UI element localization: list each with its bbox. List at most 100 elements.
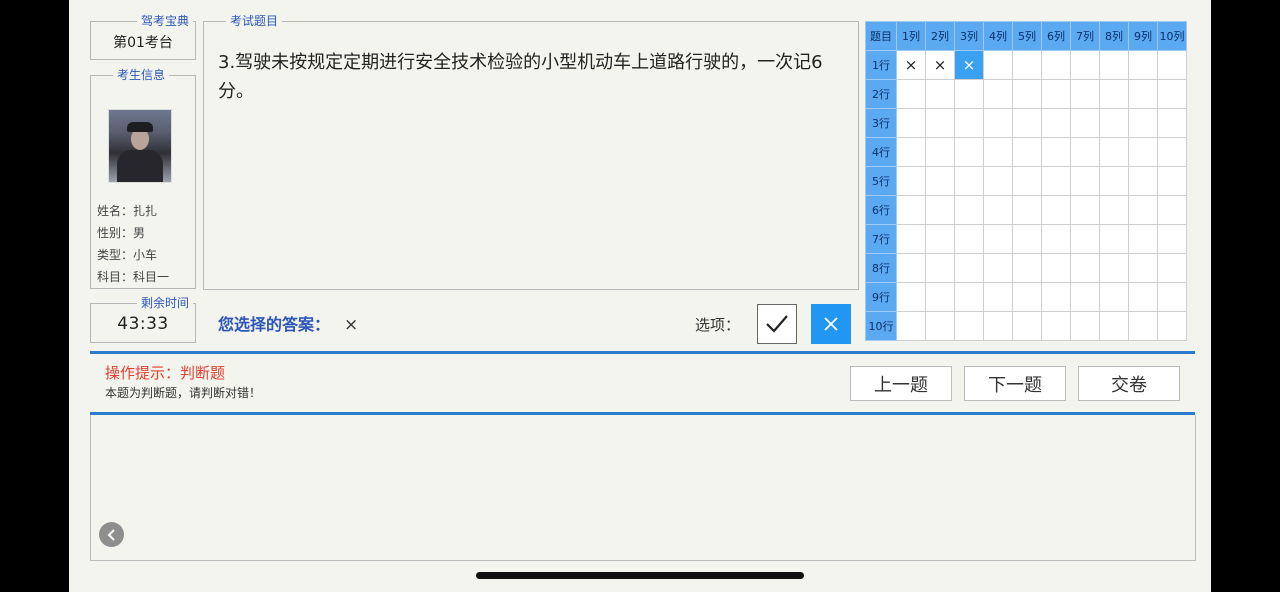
grid-cell[interactable]: × (896, 50, 926, 80)
grid-cell[interactable] (1012, 311, 1042, 341)
grid-cell[interactable] (983, 50, 1013, 80)
grid-cell[interactable] (983, 195, 1013, 225)
grid-cell[interactable] (925, 311, 955, 341)
grid-cell[interactable] (983, 79, 1013, 109)
grid-cell[interactable] (1070, 224, 1100, 254)
grid-cell[interactable] (925, 166, 955, 196)
grid-cell[interactable] (1012, 195, 1042, 225)
grid-cell[interactable] (1012, 224, 1042, 254)
grid-cell[interactable] (1128, 50, 1158, 80)
grid-cell[interactable] (1041, 166, 1071, 196)
grid-cell[interactable] (1012, 79, 1042, 109)
grid-cell[interactable] (1099, 195, 1129, 225)
grid-cell[interactable] (925, 224, 955, 254)
grid-cell[interactable] (1070, 195, 1100, 225)
grid-cell[interactable] (1157, 108, 1187, 138)
grid-cell[interactable] (954, 282, 984, 312)
grid-cell[interactable] (983, 282, 1013, 312)
grid-cell[interactable] (954, 311, 984, 341)
grid-cell[interactable] (983, 311, 1013, 341)
grid-cell[interactable] (1099, 224, 1129, 254)
grid-cell[interactable] (1070, 137, 1100, 167)
back-button[interactable] (99, 522, 124, 547)
grid-cell[interactable] (1128, 282, 1158, 312)
grid-cell[interactable] (1128, 166, 1158, 196)
grid-cell[interactable] (1070, 282, 1100, 312)
option-false-button[interactable] (811, 304, 851, 344)
grid-cell[interactable] (896, 195, 926, 225)
grid-cell[interactable] (1099, 50, 1129, 80)
grid-cell[interactable] (1099, 282, 1129, 312)
grid-cell[interactable] (1128, 137, 1158, 167)
grid-cell[interactable] (1041, 79, 1071, 109)
grid-cell[interactable] (983, 108, 1013, 138)
grid-cell[interactable] (1128, 253, 1158, 283)
grid-cell[interactable] (1099, 108, 1129, 138)
grid-cell[interactable] (1041, 311, 1071, 341)
grid-cell[interactable] (925, 282, 955, 312)
grid-cell[interactable] (954, 108, 984, 138)
grid-cell[interactable] (1157, 195, 1187, 225)
grid-cell[interactable] (1128, 195, 1158, 225)
grid-cell[interactable] (1041, 224, 1071, 254)
grid-cell[interactable] (1099, 311, 1129, 341)
grid-cell[interactable] (1070, 79, 1100, 109)
grid-cell[interactable] (1012, 50, 1042, 80)
grid-cell[interactable] (925, 253, 955, 283)
grid-cell[interactable] (1070, 311, 1100, 341)
grid-cell[interactable] (1041, 282, 1071, 312)
grid-cell[interactable] (983, 137, 1013, 167)
grid-cell[interactable] (983, 224, 1013, 254)
grid-cell[interactable] (1041, 108, 1071, 138)
grid-cell[interactable]: × (954, 50, 984, 80)
grid-cell[interactable] (1012, 137, 1042, 167)
grid-cell[interactable] (954, 253, 984, 283)
grid-cell[interactable] (1128, 224, 1158, 254)
grid-cell[interactable] (896, 253, 926, 283)
grid-cell[interactable] (896, 79, 926, 109)
grid-cell[interactable] (896, 282, 926, 312)
grid-cell[interactable] (896, 224, 926, 254)
grid-cell[interactable] (1012, 166, 1042, 196)
grid-cell[interactable]: × (925, 50, 955, 80)
grid-cell[interactable] (983, 166, 1013, 196)
grid-cell[interactable] (1012, 253, 1042, 283)
grid-cell[interactable] (925, 79, 955, 109)
grid-cell[interactable] (896, 166, 926, 196)
grid-cell[interactable] (1157, 137, 1187, 167)
grid-cell[interactable] (983, 253, 1013, 283)
option-true-button[interactable] (757, 304, 797, 344)
grid-cell[interactable] (1099, 166, 1129, 196)
grid-cell[interactable] (954, 79, 984, 109)
grid-cell[interactable] (1157, 311, 1187, 341)
grid-cell[interactable] (896, 108, 926, 138)
grid-cell[interactable] (1157, 50, 1187, 80)
grid-cell[interactable] (896, 137, 926, 167)
grid-cell[interactable] (925, 108, 955, 138)
grid-cell[interactable] (1099, 79, 1129, 109)
grid-cell[interactable] (1041, 253, 1071, 283)
grid-cell[interactable] (1128, 108, 1158, 138)
grid-cell[interactable] (1128, 311, 1158, 341)
grid-cell[interactable] (1012, 108, 1042, 138)
grid-cell[interactable] (1070, 166, 1100, 196)
grid-cell[interactable] (1041, 195, 1071, 225)
prev-question-button[interactable]: 上一题 (850, 366, 952, 401)
grid-cell[interactable] (954, 166, 984, 196)
grid-cell[interactable] (1099, 253, 1129, 283)
grid-cell[interactable] (1157, 79, 1187, 109)
grid-cell[interactable] (925, 195, 955, 225)
grid-cell[interactable] (1157, 224, 1187, 254)
grid-cell[interactable] (1157, 166, 1187, 196)
grid-cell[interactable] (1041, 50, 1071, 80)
grid-cell[interactable] (1157, 282, 1187, 312)
grid-cell[interactable] (896, 311, 926, 341)
grid-cell[interactable] (954, 224, 984, 254)
grid-cell[interactable] (1070, 108, 1100, 138)
grid-cell[interactable] (1099, 137, 1129, 167)
grid-cell[interactable] (954, 137, 984, 167)
grid-cell[interactable] (1070, 50, 1100, 80)
submit-exam-button[interactable]: 交卷 (1078, 366, 1180, 401)
grid-cell[interactable] (1012, 282, 1042, 312)
grid-cell[interactable] (1128, 79, 1158, 109)
